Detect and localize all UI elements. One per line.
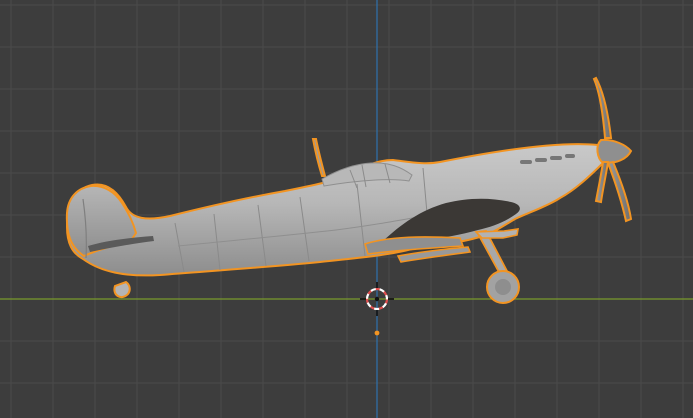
tail-wheel[interactable]: [113, 280, 131, 298]
antenna-mast[interactable]: [311, 138, 327, 177]
object-origin-icon: [374, 330, 380, 336]
aircraft-mesh[interactable]: [65, 76, 633, 304]
propeller-blade-bottom[interactable]: [606, 160, 633, 223]
viewport-scene[interactable]: [0, 0, 693, 418]
propeller-blade-top[interactable]: [592, 76, 613, 139]
propeller-spinner[interactable]: [596, 138, 633, 165]
main-wheel-hub: [495, 279, 511, 295]
3d-viewport[interactable]: [0, 0, 693, 418]
